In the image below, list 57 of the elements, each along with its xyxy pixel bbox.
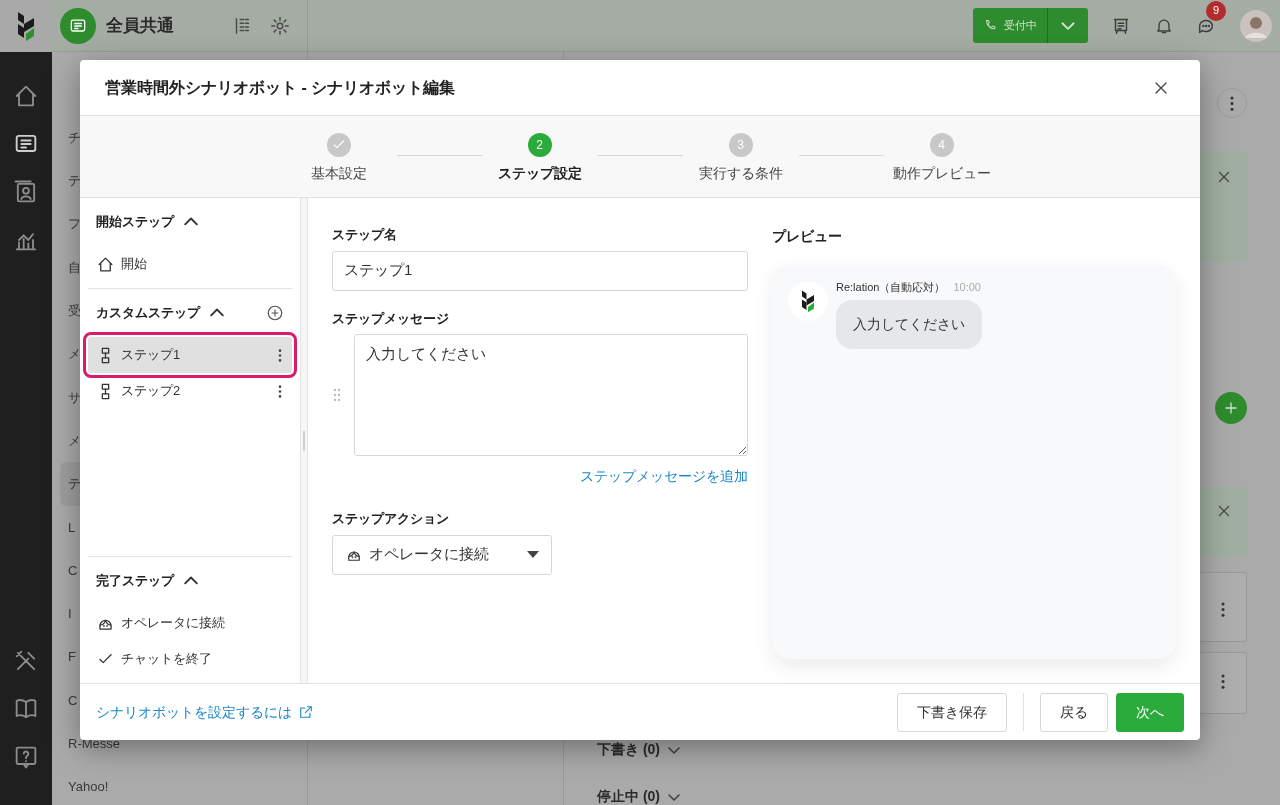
message-time: 10:00 bbox=[953, 280, 981, 295]
field-label: ステップアクション bbox=[332, 510, 450, 528]
action-button[interactable]: 戻る bbox=[1040, 692, 1108, 732]
more-icon bbox=[1221, 674, 1225, 689]
settings-icon bbox=[269, 14, 291, 37]
caret-icon bbox=[1061, 21, 1075, 30]
message-bubble: 入力してください bbox=[836, 299, 982, 349]
sender-name: Re:lation（自動応対） bbox=[836, 280, 946, 295]
dialog-title: 営業時間外シナリオボット - シナリオボット編集 bbox=[105, 77, 456, 98]
avatar[interactable] bbox=[1240, 9, 1272, 42]
step-item-label: 開始 bbox=[121, 255, 147, 274]
drag-handle-icon[interactable] bbox=[332, 388, 342, 402]
step-item-label: チャットを終了 bbox=[121, 650, 212, 669]
more-icon bbox=[1221, 602, 1225, 617]
section-heading: 下書き (0) bbox=[597, 740, 660, 760]
step-item-label: オペレータに接続 bbox=[121, 614, 225, 633]
input-field[interactable]: ステップ1 bbox=[332, 250, 748, 291]
more-icon bbox=[278, 384, 282, 398]
step-number: 2 bbox=[527, 133, 552, 157]
action-dropdown[interactable]: オペレータに接続 bbox=[332, 534, 552, 575]
group-heading: カスタムステップ bbox=[96, 304, 200, 323]
home-icon bbox=[96, 254, 115, 274]
chevron-down-icon[interactable] bbox=[668, 792, 680, 801]
group-heading: 開始ステップ bbox=[96, 213, 174, 232]
chevron-icon bbox=[668, 745, 680, 754]
step-item[interactable]: ステップ2 bbox=[88, 373, 292, 409]
message-textarea[interactable]: 入力してください bbox=[354, 334, 748, 456]
more-icon bbox=[1230, 95, 1234, 111]
step-item-label: ステップ1 bbox=[121, 346, 181, 365]
status-label: 受付中 bbox=[1004, 18, 1037, 34]
chevron-icon bbox=[668, 792, 680, 801]
step-label[interactable]: 基本設定 bbox=[310, 163, 367, 184]
external-link-icon bbox=[298, 704, 314, 720]
status-button[interactable]: 受付中 bbox=[973, 8, 1088, 43]
notification-badge: 9 bbox=[1206, 0, 1226, 21]
list-item[interactable]: Yahoo! bbox=[68, 765, 307, 805]
caret-icon bbox=[527, 551, 539, 558]
step-item[interactable]: オペレータに接続 bbox=[88, 605, 292, 641]
step-label[interactable]: ステップ設定 bbox=[497, 163, 582, 184]
more-icon bbox=[278, 348, 282, 362]
section-heading: 停止中 (0) bbox=[597, 787, 660, 805]
step-label[interactable]: 実行する条件 bbox=[698, 163, 783, 184]
step-item-label: ステップ2 bbox=[121, 382, 181, 401]
field-label: ステップ名 bbox=[332, 226, 398, 244]
step-label[interactable]: 動作プレビュー bbox=[892, 163, 991, 184]
field-label: ステップメッセージ bbox=[332, 309, 450, 328]
add-step-button[interactable] bbox=[266, 304, 284, 322]
logo bbox=[799, 289, 817, 313]
step-item[interactable]: 開始 bbox=[88, 246, 292, 282]
help-link[interactable]: シナリオボットを設定するには bbox=[96, 701, 314, 723]
step-item[interactable]: チャットを終了 bbox=[88, 641, 292, 677]
add-message-link[interactable]: ステップメッセージを追加 bbox=[580, 466, 748, 487]
workspace-name: 全員共通 bbox=[106, 14, 174, 37]
action-button[interactable]: 下書き保存 bbox=[897, 692, 1007, 732]
chevron-down-icon[interactable] bbox=[668, 745, 680, 754]
group-heading: 完了ステップ bbox=[96, 572, 174, 591]
preview-title: プレビュー bbox=[772, 227, 843, 246]
